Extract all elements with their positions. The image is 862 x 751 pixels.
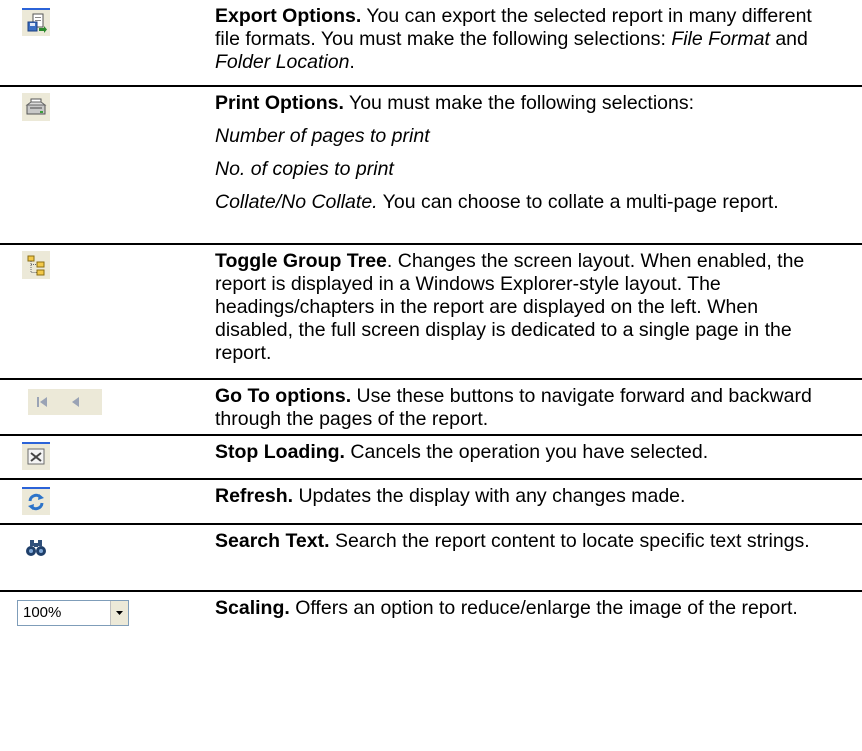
description: Go To options. Use these buttons to navi… [215, 380, 862, 435]
option-title: Search Text. [215, 530, 330, 552]
option-title: Scaling. [215, 597, 290, 619]
toolbar-reference-table: Export Options. You can export the selec… [0, 0, 862, 650]
option-title: Stop Loading. [215, 441, 345, 463]
row-export-options: Export Options. You can export the selec… [0, 0, 862, 87]
description: Scaling. Offers an option to reduce/enla… [215, 592, 862, 624]
row-search-text: Search Text. Search the report content t… [0, 525, 862, 592]
print-selection-copies: No. of copies to print [215, 158, 394, 180]
option-title: Export Options. [215, 5, 362, 27]
option-title: Toggle Group Tree [215, 250, 387, 272]
group-tree-icon[interactable] [22, 251, 50, 279]
description: Stop Loading. Cancels the operation you … [215, 436, 862, 468]
row-go-to-options: Go To options. Use these buttons to navi… [0, 380, 862, 436]
print-selection-collate: Collate/No Collate. [215, 191, 378, 213]
description-text: You can choose to collate a multi-page r… [377, 191, 779, 213]
description-text: Updates the display with any changes mad… [293, 485, 686, 507]
print-icon[interactable] [22, 93, 50, 121]
folder-location-term: Folder Location [215, 51, 350, 73]
row-refresh: Refresh. Updates the display with any ch… [0, 480, 862, 525]
icon-cell [0, 380, 214, 434]
description-text: and [769, 28, 808, 50]
option-title: Refresh. [215, 485, 294, 507]
row-print-options: Print Options. You must make the followi… [0, 87, 862, 245]
chevron-down-icon[interactable] [110, 601, 128, 625]
zoom-value: 100% [23, 604, 62, 621]
export-icon[interactable] [22, 8, 50, 36]
description: Print Options. You must make the followi… [215, 87, 862, 218]
previous-page-icon [72, 397, 79, 407]
row-scaling: 100% Scaling. Offers an option to reduce… [0, 592, 862, 650]
icon-cell [0, 0, 214, 85]
description-text: Offers an option to reduce/enlarge the i… [289, 597, 798, 619]
description: Toggle Group Tree. Changes the screen la… [215, 245, 862, 369]
row-stop-loading: Stop Loading. Cancels the operation you … [0, 436, 862, 480]
option-title: Print Options. [215, 92, 344, 114]
icon-cell [0, 245, 214, 378]
description: Export Options. You can export the selec… [215, 0, 862, 78]
binoculars-icon[interactable] [22, 534, 50, 562]
navigation-buttons [28, 389, 102, 415]
zoom-dropdown[interactable]: 100% [17, 600, 129, 626]
description-text: You must make the following selections: [343, 92, 695, 114]
refresh-icon[interactable] [22, 487, 50, 515]
description-text: Search the report content to locate spec… [329, 530, 810, 552]
icon-cell [0, 87, 214, 243]
description: Refresh. Updates the display with any ch… [215, 480, 862, 512]
icon-cell: 100% [0, 592, 214, 650]
option-title: Go To options. [215, 385, 352, 407]
stop-loading-icon[interactable] [22, 442, 50, 470]
icon-cell [0, 480, 214, 523]
icon-cell [0, 436, 214, 478]
description: Search Text. Search the report content t… [215, 525, 862, 557]
first-page-icon [37, 397, 47, 407]
print-selection-pages: Number of pages to print [215, 125, 430, 147]
description-text: Cancels the operation you have selected. [344, 441, 709, 463]
description-text: . [349, 51, 355, 73]
icon-cell [0, 525, 214, 590]
file-format-term: File Format [671, 28, 770, 50]
row-toggle-group-tree: Toggle Group Tree. Changes the screen la… [0, 245, 862, 380]
